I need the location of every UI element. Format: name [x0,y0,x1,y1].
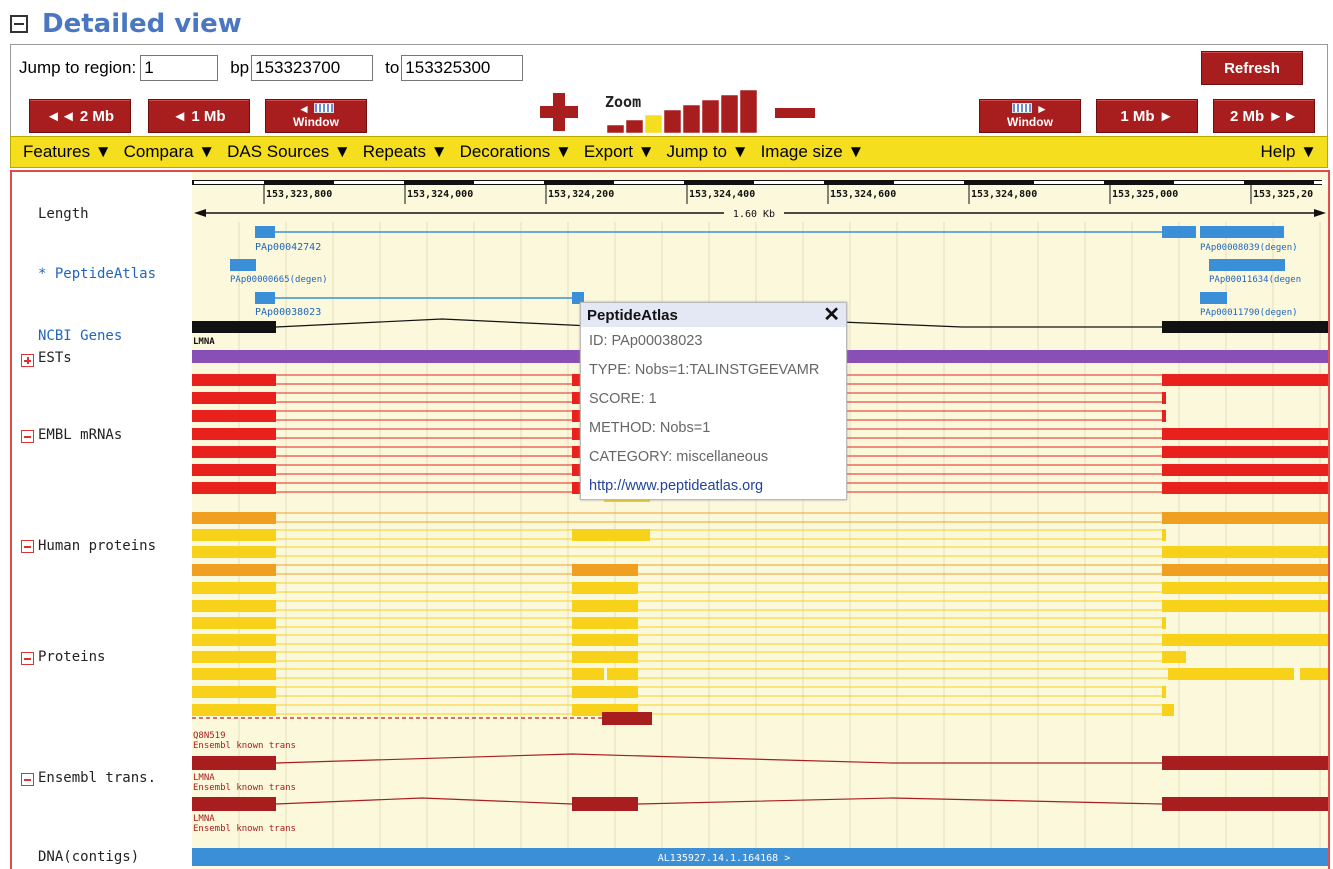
ruler-tick-label: 153,324,200 [548,189,614,200]
ruler-tick-label: 153,325,000 [1112,189,1178,200]
pa-label-5: PAp00011634(degen [1209,275,1301,285]
menu-image-size[interactable]: Image size ▼ [761,142,865,162]
close-icon[interactable]: ✕ [823,305,840,325]
pa-label-6: PAp00011790(degen) [1200,308,1298,318]
page-title: Detailed view [42,9,242,39]
zoom-step[interactable] [739,89,758,134]
ruler-tick-label: 153,323,800 [266,189,332,200]
forward-2mb-button[interactable]: 2 Mb ►► [1213,99,1315,133]
menu-export[interactable]: Export ▼ [584,142,655,162]
collapse-proteins-icon[interactable] [21,652,34,665]
popup-score: SCORE: 1 [589,391,657,407]
forward-window-label: Window [1007,115,1053,129]
navigation-panel: Jump to region: bp to Refresh ◄◄ 2 Mb ◄ … [10,44,1328,136]
zoom-step[interactable] [682,104,701,134]
ruler-tick-label: 153,325,20 [1253,189,1313,200]
track-label-embl: EMBL mRNAs [38,427,123,443]
menu-compara[interactable]: Compara ▼ [124,142,215,162]
zoom-step[interactable] [644,114,663,134]
track-label-human-proteins: Human proteins [38,538,157,554]
zoom-step[interactable] [663,109,682,134]
forward-1mb-button[interactable]: 1 Mb ► [1096,99,1198,133]
back-window-button[interactable]: ◄ Window [265,99,367,133]
back-window-label: Window [293,115,339,129]
ens-known-label-1: Ensembl known trans [193,741,296,751]
ruler-tick-label: 153,324,800 [971,189,1037,200]
ruler-tick-label: 153,324,600 [830,189,896,200]
track-label-ensembl: Ensembl trans. [38,770,157,786]
menu-repeats[interactable]: Repeats ▼ [363,142,448,162]
q8n-label: Q8N519 [193,731,226,741]
menu-features[interactable]: Features ▼ [23,142,112,162]
menu-das-sources[interactable]: DAS Sources ▼ [227,142,351,162]
menu-help[interactable]: Help ▼ [1260,142,1317,162]
collapse-icon[interactable] [10,15,28,33]
popup-method: METHOD: Nobs=1 [589,420,711,436]
popup-type: TYPE: Nobs=1:TALINSTGEEVAMR [589,362,820,378]
ruler-tick-label: 153,324,400 [689,189,755,200]
pa-label-1: PAp00042742 [255,242,321,253]
zoom-out-icon[interactable] [775,108,815,118]
popup-header: PeptideAtlas ✕ [581,303,846,327]
feature-popup: PeptideAtlas ✕ ID: PAp00038023 TYPE: Nob… [580,302,847,500]
jump-label: Jump to region: [19,58,137,77]
ruler-tick-label: 153,324,000 [407,189,473,200]
pa-label-4: PAp00008039(degen) [1200,243,1298,253]
collapse-human-proteins-icon[interactable] [21,540,34,553]
track-label-proteins: Proteins [38,649,106,665]
start-input[interactable] [251,55,374,81]
popup-category: CATEGORY: miscellaneous [589,449,769,465]
genome-browser-image[interactable]: 153,323,800 153,324,000 153,324,200 153,324… [10,170,1330,869]
to-label: to [385,58,400,77]
back-1mb-button[interactable]: ◄ 1 Mb [148,99,250,133]
zoom-control: Zoom [540,89,815,134]
popup-title: PeptideAtlas [587,306,678,324]
menu-bar: Features ▼ Compara ▼ DAS Sources ▼ Repea… [10,136,1328,168]
zoom-step[interactable] [701,99,720,134]
dna-contig[interactable]: AL135927.14.1.164168 > [192,848,1328,866]
track-label-dna: DNA(contigs) [38,849,140,865]
ens-lmna-label-1: LMNA [193,773,215,783]
ens-known-label-2: Ensembl known trans [193,783,296,793]
track-label-ncbi-genes[interactable]: NCBI Genes [38,328,122,344]
zoom-label: Zoom [605,93,641,111]
expand-ests-icon[interactable] [21,354,34,367]
back-2mb-button[interactable]: ◄◄ 2 Mb [29,99,131,133]
jump-to-region-form: Jump to region: bp to [19,53,524,83]
ens-lmna-label-2: LMNA [193,814,215,824]
chromosome-input[interactable] [140,55,219,81]
menu-jump-to[interactable]: Jump to ▼ [667,142,749,162]
forward-window-button[interactable]: ► Window [979,99,1081,133]
pa-label-3: PAp00038023 [255,307,321,318]
ncbi-lmna-label: LMNA [193,337,215,347]
bp-label: bp [230,58,250,77]
collapse-embl-icon[interactable] [21,430,34,443]
zoom-step[interactable] [720,94,739,134]
collapse-ensembl-icon[interactable] [21,773,34,786]
contig-label: AL135927.14.1.164168 > [658,853,790,864]
popup-link[interactable]: http://www.peptideatlas.org [581,472,846,501]
popup-id: ID: PAp00038023 [589,333,703,349]
menu-decorations[interactable]: Decorations ▼ [460,142,572,162]
pa-label-2: PAp00000665(degen) [230,275,328,285]
zoom-step[interactable] [625,119,644,134]
track-label-length: Length [38,206,89,222]
tracks-canvas[interactable]: 153,323,800 153,324,000 153,324,200 153,324… [12,172,1328,869]
refresh-button[interactable]: Refresh [1201,51,1303,85]
zoom-step[interactable] [606,124,625,134]
track-label-peptideatlas[interactable]: * PeptideAtlas [38,266,156,282]
length-text: 1.60 Kb [733,209,775,220]
zoom-in-icon[interactable] [540,93,578,131]
end-input[interactable] [401,55,524,81]
track-label-ests: ESTs [38,350,72,366]
ens-known-label-3: Ensembl known trans [193,824,296,834]
detailed-view-header: Detailed view [10,6,242,42]
